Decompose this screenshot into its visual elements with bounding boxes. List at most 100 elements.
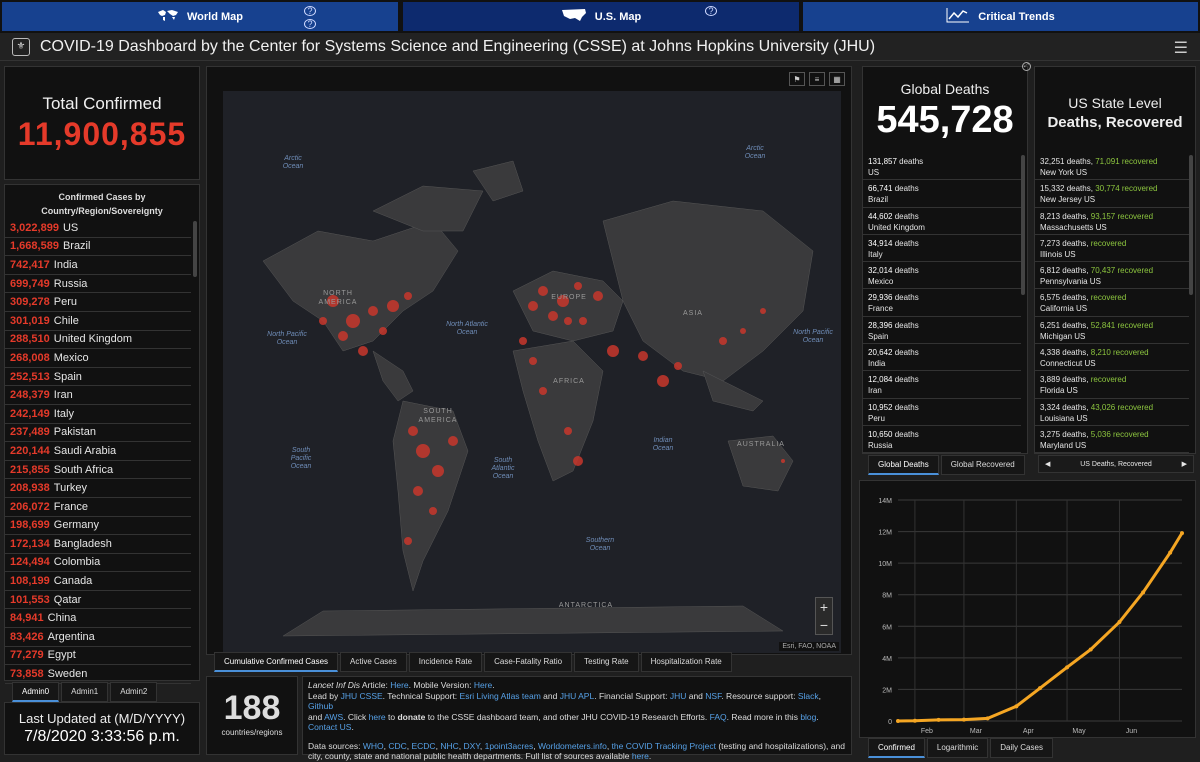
us-state-item[interactable]: 4,338 deaths, 8,210 recovered Connecticut… — [1035, 344, 1189, 372]
info-icon[interactable]: ? — [304, 6, 316, 16]
country-list-item[interactable]: 83,426 Argentina — [5, 628, 191, 647]
source-link[interactable]: ECDC — [411, 741, 435, 751]
slack-link[interactable]: Slack — [798, 691, 819, 701]
aws-link[interactable]: AWS — [324, 712, 343, 722]
us-state-item[interactable]: 6,812 deaths, 70,437 recovered Pennsylvan… — [1035, 262, 1189, 290]
global-deaths-item[interactable]: 44,602 deaths United Kingdom — [863, 208, 1021, 235]
jhu-apl-link[interactable]: JHU APL — [560, 691, 595, 701]
country-list-item[interactable]: 208,938 Turkey — [5, 479, 191, 498]
tab-admin2[interactable]: Admin2 — [110, 682, 158, 702]
country-list-item[interactable]: 206,072 France — [5, 498, 191, 517]
contact-link[interactable]: Contact US — [308, 722, 351, 732]
jhu-csse-link[interactable]: JHU CSSE — [341, 691, 383, 701]
country-list-item[interactable]: 309,278 Peru — [5, 293, 191, 312]
tab-hospitalization-rate[interactable]: Hospitalization Rate — [640, 652, 732, 672]
us-state-item[interactable]: 6,251 deaths, 52,841 recovered Michigan U… — [1035, 317, 1189, 345]
tab-global-deaths[interactable]: Global Deaths — [868, 455, 939, 475]
tab-active-cases[interactable]: Active Cases — [340, 652, 407, 672]
info-icon[interactable]: ? — [304, 19, 316, 29]
country-list-item[interactable]: 101,553 Qatar — [5, 591, 191, 610]
lancet-link[interactable]: Here — [390, 680, 408, 690]
country-list-item[interactable]: 699,749 Russia — [5, 275, 191, 294]
tab-testing-rate[interactable]: Testing Rate — [574, 652, 639, 672]
source-link[interactable]: 1point3acres — [485, 741, 534, 751]
bookmark-icon[interactable]: ⚑ — [789, 72, 805, 86]
country-list-item[interactable]: 215,855 South Africa — [5, 461, 191, 480]
country-list-item[interactable]: 252,513 Spain — [5, 368, 191, 387]
us-map-tab[interactable]: U.S. Map ? — [403, 2, 799, 31]
country-list-item[interactable]: 742,417 India — [5, 256, 191, 275]
global-deaths-item[interactable]: 66,741 deaths Brazil — [863, 180, 1021, 208]
critical-trends-tab[interactable]: Critical Trends — [803, 2, 1198, 31]
country-list-item[interactable]: 1,668,589 Brazil — [5, 238, 191, 257]
country-list-item[interactable]: 124,494 Colombia — [5, 554, 191, 573]
global-deaths-item[interactable]: 10,952 deaths Peru — [863, 399, 1021, 426]
us-state-item[interactable]: 3,324 deaths, 43,026 recovered Louisiana … — [1035, 399, 1189, 426]
expand-icon[interactable]: ⤢ — [1022, 62, 1031, 71]
hamburger-menu-icon[interactable]: ☰ — [1174, 38, 1188, 58]
tab-cumulative-confirmed[interactable]: Cumulative Confirmed Cases — [214, 652, 339, 672]
country-list-item[interactable]: 242,149 Italy — [5, 405, 191, 424]
global-deaths-item[interactable]: 29,936 deaths France — [863, 289, 1021, 317]
source-link[interactable]: NHC — [440, 741, 458, 751]
tab-logarithmic[interactable]: Logarithmic — [926, 738, 989, 758]
global-deaths-item[interactable]: 131,857 deaths US — [863, 153, 1021, 181]
global-deaths-item[interactable]: 10,650 deaths Russia — [863, 426, 1021, 454]
tab-admin0[interactable]: Admin0 — [12, 682, 60, 702]
country-list-item[interactable]: 172,134 Bangladesh — [5, 535, 191, 554]
tab-global-recovered[interactable]: Global Recovered — [940, 455, 1025, 475]
country-list-item[interactable]: 220,144 Saudi Arabia — [5, 442, 191, 461]
country-list-item[interactable]: 84,941 China — [5, 609, 191, 629]
global-deaths-item[interactable]: 34,914 deaths Italy — [863, 235, 1021, 263]
country-list-item[interactable]: 268,008 Mexico — [5, 349, 191, 368]
faq-link[interactable]: FAQ — [710, 712, 727, 722]
source-link[interactable]: DXY — [463, 741, 479, 751]
source-link[interactable]: CDC — [388, 741, 406, 751]
list-scrollbar[interactable] — [193, 221, 197, 277]
us-state-item[interactable]: 15,332 deaths, 30,774 recovered New Jerse… — [1035, 180, 1189, 208]
source-link[interactable]: WHO — [363, 741, 384, 751]
country-list-item[interactable]: 237,489 Pakistan — [5, 424, 191, 443]
country-list-item[interactable]: 288,510 United Kingdom — [5, 331, 191, 350]
source-link[interactable]: the COVID Tracking Project — [612, 741, 716, 751]
list-scrollbar[interactable] — [1189, 155, 1193, 295]
tab-incidence-rate[interactable]: Incidence Rate — [408, 652, 483, 672]
country-list-item[interactable]: 198,699 Germany — [5, 517, 191, 536]
global-deaths-item[interactable]: 20,642 deaths India — [863, 344, 1021, 372]
list-icon[interactable]: ≡ — [809, 72, 825, 86]
us-state-list[interactable]: 32,251 deaths, 71,091 recovered New York … — [1035, 153, 1189, 454]
world-map-tab[interactable]: World Map ? ? — [2, 2, 398, 31]
chevron-right-icon[interactable]: ▶ — [1182, 460, 1187, 468]
sources-here-link[interactable]: here — [632, 751, 649, 761]
nsf-link[interactable]: NSF — [705, 691, 721, 701]
tab-confirmed[interactable]: Confirmed — [868, 738, 925, 758]
qr-code-icon[interactable]: ▦ — [829, 72, 845, 86]
zoom-in-button[interactable]: + — [816, 598, 832, 616]
list-scrollbar[interactable] — [1021, 155, 1025, 295]
global-deaths-list[interactable]: 131,857 deaths US 66,741 deaths Brazil 44,60… — [863, 153, 1021, 454]
country-list-item[interactable]: 108,199 Canada — [5, 572, 191, 591]
global-deaths-item[interactable]: 32,014 deaths Mexico — [863, 262, 1021, 290]
info-icon[interactable]: ? — [705, 6, 717, 16]
country-list[interactable]: 3,022,899 US 1,668,589 Brazil 742,417 India 69… — [5, 219, 199, 684]
zoom-out-button[interactable]: − — [816, 616, 832, 634]
us-state-item[interactable]: 3,275 deaths, 5,036 recovered Maryland US — [1035, 426, 1189, 454]
mobile-link[interactable]: Here — [474, 680, 492, 690]
global-deaths-item[interactable]: 28,396 deaths Spain — [863, 317, 1021, 345]
tab-case-fatality[interactable]: Case-Fatality Ratio — [484, 652, 573, 672]
chevron-left-icon[interactable]: ◀ — [1045, 460, 1050, 468]
tab-admin1[interactable]: Admin1 — [61, 682, 109, 702]
world-map[interactable]: Arctic Ocean Arctic Ocean North Pacific … — [223, 91, 841, 653]
source-link[interactable]: Worldometers.info — [538, 741, 607, 751]
us-state-item[interactable]: 6,575 deaths, recovered California US — [1035, 289, 1189, 317]
donate-here-link[interactable]: here — [369, 712, 386, 722]
country-list-item[interactable]: 301,019 Chile — [5, 312, 191, 331]
confirmed-line-chart[interactable]: 0 2M 4M 6M 8M 10M 12M 14M Feb Mar Apr May Jun — [860, 481, 1197, 739]
country-list-item[interactable]: 3,022,899 US — [5, 219, 191, 238]
esri-link[interactable]: Esri Living Atlas team — [460, 691, 541, 701]
us-state-item[interactable]: 3,889 deaths, recovered Florida US — [1035, 371, 1189, 399]
us-state-item[interactable]: 32,251 deaths, 71,091 recovered New York … — [1035, 153, 1189, 181]
github-link[interactable]: Github — [308, 701, 333, 711]
jhu-link[interactable]: JHU — [670, 691, 687, 701]
us-state-item[interactable]: 8,213 deaths, 93,157 recovered Massachuse… — [1035, 208, 1189, 235]
